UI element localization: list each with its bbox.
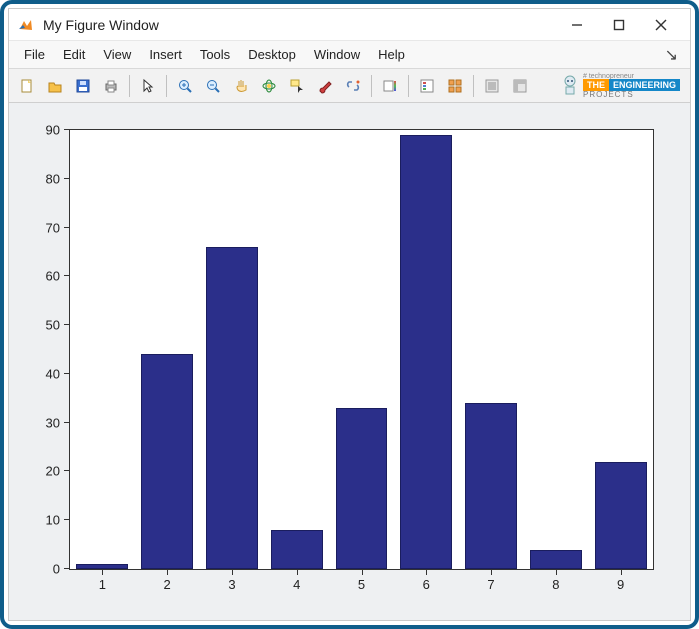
y-tick-label: 30: [46, 415, 60, 430]
x-tick-label: 6: [423, 577, 430, 592]
x-tick: [491, 569, 492, 575]
y-tick: [64, 227, 70, 228]
y-tick-label: 70: [46, 220, 60, 235]
rotate-3d-icon[interactable]: [256, 73, 282, 99]
brand-sub: PROJECTS: [583, 90, 680, 99]
x-tick-label: 2: [164, 577, 171, 592]
robot-icon: [561, 74, 579, 98]
bar[interactable]: [400, 135, 452, 569]
y-tick: [64, 568, 70, 569]
zoom-in-icon[interactable]: [172, 73, 198, 99]
menu-file[interactable]: File: [15, 43, 54, 66]
x-tick: [556, 569, 557, 575]
y-tick: [64, 519, 70, 520]
y-tick: [64, 373, 70, 374]
pointer-icon[interactable]: [135, 73, 161, 99]
toolbar: # technopreneur THEENGINEERING PROJECTS: [9, 69, 690, 103]
axes-container: 0 10 20 30 40 50 60 70 80 90 1 2 3 4 5 6 7 8 9: [9, 103, 690, 620]
brand-eng: ENGINEERING: [609, 79, 680, 91]
insert-colorbar-icon[interactable]: [377, 73, 403, 99]
y-tick: [64, 178, 70, 179]
x-tick: [102, 569, 103, 575]
bar[interactable]: [465, 403, 517, 569]
data-cursor-icon[interactable]: [284, 73, 310, 99]
x-tick: [362, 569, 363, 575]
toolbar-separator: [408, 75, 409, 97]
bar[interactable]: [76, 564, 128, 569]
maximize-button[interactable]: [598, 11, 640, 39]
pan-icon[interactable]: [228, 73, 254, 99]
x-tick-label: 4: [293, 577, 300, 592]
insert-legend-icon[interactable]: [414, 73, 440, 99]
x-tick-label: 1: [99, 577, 106, 592]
brand-the: THE: [583, 79, 609, 91]
bar[interactable]: [206, 247, 258, 569]
titlebar: My Figure Window: [9, 9, 690, 41]
y-tick: [64, 470, 70, 471]
toolbar-separator: [371, 75, 372, 97]
brand-logo: # technopreneur THEENGINEERING PROJECTS: [561, 73, 686, 99]
menu-insert[interactable]: Insert: [140, 43, 191, 66]
y-tick: [64, 129, 70, 130]
toolbar-separator: [166, 75, 167, 97]
open-file-icon[interactable]: [42, 73, 68, 99]
close-button[interactable]: [640, 11, 682, 39]
x-tick-label: 8: [552, 577, 559, 592]
toolbar-separator: [473, 75, 474, 97]
y-tick-label: 80: [46, 171, 60, 186]
x-tick-label: 9: [617, 577, 624, 592]
y-tick-label: 90: [46, 123, 60, 138]
figure-window: My Figure Window File Edit View Insert T…: [8, 8, 691, 621]
menu-help[interactable]: Help: [369, 43, 414, 66]
x-tick: [621, 569, 622, 575]
zoom-out-icon[interactable]: [200, 73, 226, 99]
axes[interactable]: 0102030405060708090123456789: [69, 129, 654, 570]
hide-plot-tools-icon[interactable]: [479, 73, 505, 99]
save-icon[interactable]: [70, 73, 96, 99]
y-tick: [64, 324, 70, 325]
y-tick-label: 10: [46, 513, 60, 528]
y-tick-label: 0: [53, 562, 60, 577]
y-tick-label: 20: [46, 464, 60, 479]
y-tick-label: 60: [46, 269, 60, 284]
x-tick-label: 3: [228, 577, 235, 592]
menubar: File Edit View Insert Tools Desktop Wind…: [9, 41, 690, 69]
y-tick-label: 40: [46, 366, 60, 381]
menu-edit[interactable]: Edit: [54, 43, 94, 66]
x-tick-label: 7: [487, 577, 494, 592]
bar[interactable]: [595, 462, 647, 569]
x-tick: [167, 569, 168, 575]
y-tick-label: 50: [46, 318, 60, 333]
x-tick-label: 5: [358, 577, 365, 592]
bar[interactable]: [271, 530, 323, 569]
menu-view[interactable]: View: [94, 43, 140, 66]
print-icon[interactable]: [98, 73, 124, 99]
dock-menu-icon[interactable]: ↘: [659, 45, 684, 65]
bar[interactable]: [336, 408, 388, 569]
minimize-button[interactable]: [556, 11, 598, 39]
matlab-app-icon: [17, 16, 35, 34]
link-plots-icon[interactable]: [340, 73, 366, 99]
window-title: My Figure Window: [43, 17, 159, 33]
bar[interactable]: [530, 550, 582, 570]
new-file-icon[interactable]: [14, 73, 40, 99]
menu-desktop[interactable]: Desktop: [239, 43, 305, 66]
y-tick: [64, 422, 70, 423]
brush-icon[interactable]: [312, 73, 338, 99]
x-tick: [426, 569, 427, 575]
y-tick: [64, 275, 70, 276]
menu-tools[interactable]: Tools: [191, 43, 239, 66]
show-plot-tools-icon[interactable]: [507, 73, 533, 99]
x-tick: [232, 569, 233, 575]
bar[interactable]: [141, 354, 193, 569]
toolbar-separator: [129, 75, 130, 97]
menu-window[interactable]: Window: [305, 43, 369, 66]
subplots-icon[interactable]: [442, 73, 468, 99]
x-tick: [297, 569, 298, 575]
